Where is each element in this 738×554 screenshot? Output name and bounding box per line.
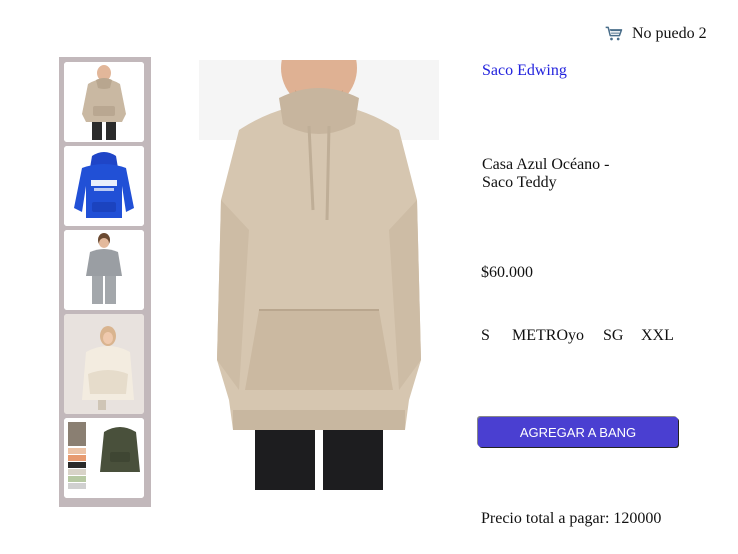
- cart-indicator[interactable]: No puedo 2: [604, 24, 707, 44]
- add-to-cart-button[interactable]: AGREGAR A BANG: [478, 417, 678, 447]
- thumbnail-gallery: [59, 57, 151, 507]
- cart-label: No puedo 2: [632, 25, 707, 42]
- cart-icon: [605, 26, 623, 41]
- product-title-link[interactable]: Saco Edwing: [482, 62, 567, 80]
- thumbnail-hoodie-stack[interactable]: [64, 418, 144, 498]
- size-option-m[interactable]: METROyo: [512, 327, 603, 345]
- thumbnail-blanket-hoodie[interactable]: [64, 314, 144, 414]
- size-option-s[interactable]: S: [481, 327, 512, 345]
- thumbnail-blue-hoodie[interactable]: [64, 146, 144, 226]
- size-option-xxl[interactable]: XXL: [641, 327, 674, 345]
- main-product-image: [169, 60, 469, 490]
- size-option-sg[interactable]: SG: [603, 327, 641, 345]
- thumbnail-gray-sweatsuit[interactable]: [64, 230, 144, 310]
- product-description: Casa Azul Océano - Saco Teddy: [482, 156, 610, 191]
- size-options: S METROyo SG XXL: [481, 327, 674, 345]
- total-price: Precio total a pagar: 120000: [481, 510, 662, 527]
- product-price: $60.000: [481, 264, 533, 281]
- thumbnail-beige-hoodie[interactable]: [64, 62, 144, 142]
